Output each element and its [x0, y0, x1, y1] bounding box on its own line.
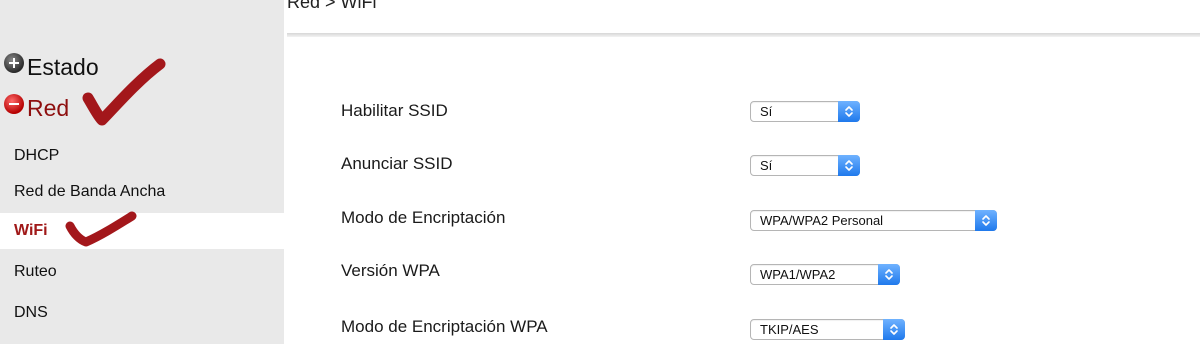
label-modo-de-encriptacion-wpa: Modo de Encriptación WPA [341, 317, 548, 336]
nav-group-estado[interactable]: Estado [4, 52, 99, 80]
breadcrumb: Red > WiFi [287, 0, 377, 12]
select-value: Sí [760, 158, 773, 173]
nav-group-label: Red [27, 95, 70, 121]
select-value: WPA/WPA2 Personal [760, 213, 884, 228]
select-value: Sí [760, 104, 773, 119]
sidebar-item-wifi[interactable]: WiFi [0, 213, 284, 249]
sidebar: Estado Red DHCP Red de Banda Ancha WiFi … [0, 0, 284, 344]
sidebar-item-dhcp[interactable]: DHCP [0, 138, 284, 174]
label-modo-de-encriptacion: Modo de Encriptación [341, 208, 506, 227]
nav-group-red[interactable]: Red [4, 93, 70, 121]
select-chevron-icon[interactable] [838, 101, 860, 122]
sidebar-item-label: Red de Banda Ancha [14, 183, 166, 200]
header-divider [287, 33, 1200, 37]
select-anunciar-ssid[interactable]: Sí [750, 155, 860, 176]
collapse-minus-icon[interactable] [4, 93, 24, 114]
sidebar-item-label: WiFi [14, 222, 48, 239]
select-chevron-icon[interactable] [878, 264, 900, 285]
select-chevron-icon[interactable] [975, 210, 997, 231]
sidebar-item-label: DNS [14, 304, 48, 321]
select-chevron-icon[interactable] [883, 319, 905, 340]
sidebar-item-dns[interactable]: DNS [0, 295, 284, 331]
nav-group-label: Estado [27, 54, 99, 80]
label-version-wpa: Versión WPA [341, 261, 440, 280]
sidebar-item-label: Ruteo [14, 263, 57, 280]
label-anunciar-ssid: Anunciar SSID [341, 154, 453, 173]
select-value: WPA1/WPA2 [760, 267, 836, 282]
select-modo-de-encriptacion-wpa[interactable]: TKIP/AES [750, 319, 905, 340]
select-modo-de-encriptacion[interactable]: WPA/WPA2 Personal [750, 210, 997, 231]
select-habilitar-ssid[interactable]: Sí [750, 101, 860, 122]
select-value: TKIP/AES [760, 322, 819, 337]
select-version-wpa[interactable]: WPA1/WPA2 [750, 264, 900, 285]
expand-plus-icon[interactable] [4, 52, 24, 73]
sidebar-item-ruteo[interactable]: Ruteo [0, 254, 284, 290]
label-habilitar-ssid: Habilitar SSID [341, 101, 448, 120]
sidebar-item-label: DHCP [14, 147, 60, 164]
select-chevron-icon[interactable] [838, 155, 860, 176]
sidebar-item-red-de-banda-ancha[interactable]: Red de Banda Ancha [0, 174, 284, 210]
